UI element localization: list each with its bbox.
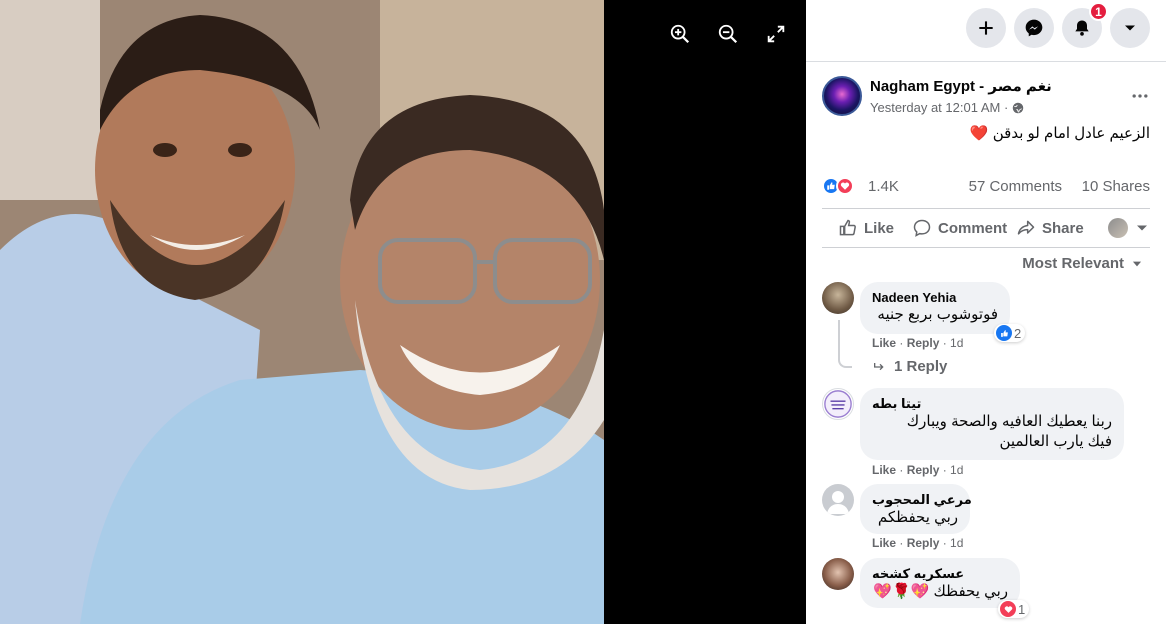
globe-icon xyxy=(1012,102,1024,114)
comment-text: ربي يحفظكم xyxy=(877,509,958,526)
avatar[interactable] xyxy=(822,558,854,590)
comment-text: فوتوشوب بربع جنيه xyxy=(877,306,998,323)
avatar[interactable] xyxy=(822,484,854,516)
view-replies-link[interactable]: 1 Reply xyxy=(872,358,947,375)
post-meta: Yesterday at 12:01 AM · xyxy=(870,100,1024,115)
post-header: Nagham Egypt - نغم مصر Yesterday at 12:0… xyxy=(822,76,1152,120)
post-panel: 1 Nagham Egypt - نغم مصر Yesterday at 12… xyxy=(806,0,1166,624)
like-reaction-icon xyxy=(996,325,1012,341)
caret-down-icon xyxy=(1137,225,1147,231)
comment-author[interactable]: تيتا بطه xyxy=(872,396,1112,412)
love-reaction-icon xyxy=(836,177,854,195)
avatar-graphic xyxy=(824,390,852,418)
comment-item: مرعي المحجوب ربي يحفظكم Like · Reply · 1… xyxy=(822,484,1152,554)
comment-reply-link[interactable]: Reply xyxy=(907,536,940,550)
avatar xyxy=(1108,218,1128,238)
comment-bubble: مرعي المحجوب ربي يحفظكم xyxy=(860,484,972,534)
comment-like-link[interactable]: Like xyxy=(872,336,896,350)
post-actions: Like Comment Share xyxy=(822,208,1150,248)
comment-bubble: تيتا بطه ربنا يعطيك العافيه والصحة ويبار… xyxy=(860,388,1124,460)
comment-actions: Like · Reply · 1d xyxy=(872,536,964,550)
zoom-in-icon[interactable] xyxy=(666,20,694,48)
account-menu-button[interactable] xyxy=(1110,8,1150,48)
comment-bubble: عسكريه كشخه ربي يحفظك 💖🌹💖 xyxy=(860,558,1020,608)
post-photo[interactable] xyxy=(0,0,604,624)
like-label: Like xyxy=(864,219,895,237)
reactions-summary: 1.4K 57 Comments 10 Shares xyxy=(822,176,1150,198)
avatar[interactable] xyxy=(822,388,854,420)
comment-like-link[interactable]: Like xyxy=(872,536,896,550)
comment-item: عسكريه كشخه ربي يحفظك 💖🌹💖 1 xyxy=(822,558,1152,624)
sort-label: Most Relevant xyxy=(1022,255,1124,272)
shares-count[interactable]: 10 Shares xyxy=(1082,178,1150,195)
comment-item: تيتا بطه ربنا يعطيك العافيه والصحة ويبار… xyxy=(822,388,1152,478)
comment-text-line-1: ربنا يعطيك العافيه والصحة ويبارك xyxy=(906,413,1112,430)
post-timestamp[interactable]: Yesterday at 12:01 AM · xyxy=(870,100,1008,115)
comment-reply-link[interactable]: Reply xyxy=(907,336,940,350)
thumbs-up-icon xyxy=(839,219,856,236)
comment-author[interactable]: مرعي المحجوب xyxy=(872,492,972,508)
comment-like-link[interactable]: Like xyxy=(872,463,896,477)
messenger-button[interactable] xyxy=(1014,8,1054,48)
comment-sort-dropdown[interactable]: Most Relevant xyxy=(1022,255,1144,272)
comment-author[interactable]: عسكريه كشخه xyxy=(872,566,1008,582)
reaction-icons[interactable] xyxy=(822,177,854,195)
avatar[interactable] xyxy=(822,282,854,314)
comment-bubble: Nadeen Yehia فوتوشوب بربع جنيه xyxy=(860,282,1010,334)
like-button[interactable]: Like xyxy=(838,209,894,247)
comment-icon xyxy=(913,219,931,237)
replies-label: 1 Reply xyxy=(894,358,948,375)
more-horizontal-icon xyxy=(1132,94,1148,98)
messenger-icon xyxy=(1025,19,1043,37)
caret-down-icon xyxy=(1132,261,1142,266)
comment-text: ربي يحفظك 💖🌹💖 xyxy=(873,583,1008,600)
comment-reply-link[interactable]: Reply xyxy=(907,463,940,477)
comment-time[interactable]: 1d xyxy=(950,336,963,350)
notifications-badge: 1 xyxy=(1089,2,1108,21)
comment-reaction-count: 2 xyxy=(1014,325,1022,341)
post-text: الزعيم عادل امام لو بدقن ❤️ xyxy=(969,125,1150,142)
page-name[interactable]: Nagham Egypt - نغم مصر xyxy=(870,77,1052,95)
reactions-count[interactable]: 1.4K xyxy=(868,178,899,195)
share-icon xyxy=(1017,220,1035,235)
fullscreen-icon[interactable] xyxy=(762,20,790,48)
comment-time[interactable]: 1d xyxy=(950,536,963,550)
reply-arrow-icon xyxy=(874,362,884,370)
top-bar: 1 xyxy=(806,0,1166,62)
share-label: Share xyxy=(1042,219,1084,237)
love-reaction-icon xyxy=(1000,601,1016,617)
more-options-button[interactable] xyxy=(1128,84,1152,108)
comment-as-selector[interactable] xyxy=(1108,209,1152,247)
photo-illustration xyxy=(0,0,604,624)
create-button[interactable] xyxy=(966,8,1006,48)
notifications-button[interactable]: 1 xyxy=(1062,2,1108,48)
comment-time[interactable]: 1d xyxy=(950,463,963,477)
comment-actions: Like · Reply · 1d xyxy=(872,463,964,477)
plus-icon xyxy=(979,21,993,35)
caret-down-icon xyxy=(1125,25,1135,31)
comment-text-line-2: فيك يارب العالمين xyxy=(999,433,1112,450)
comment-label: Comment xyxy=(938,219,1008,237)
bell-icon xyxy=(1075,20,1089,36)
comments-count[interactable]: 57 Comments xyxy=(969,178,1062,195)
zoom-out-icon[interactable] xyxy=(714,20,742,48)
share-button[interactable]: Share xyxy=(1016,209,1084,247)
comment-actions: Like · Reply · 1d xyxy=(872,336,964,350)
page-avatar[interactable] xyxy=(822,76,862,116)
comment-reaction-count: 1 xyxy=(1018,601,1026,617)
comment-reactions[interactable]: 2 xyxy=(994,324,1026,342)
photo-viewer xyxy=(0,0,806,624)
comment-item: Nadeen Yehia فوتوشوب بربع جنيه 2 Like · … xyxy=(822,282,1152,362)
comment-button[interactable]: Comment xyxy=(912,209,1007,247)
default-avatar-icon xyxy=(827,491,849,514)
comment-reactions[interactable]: 1 xyxy=(998,600,1030,618)
comment-author[interactable]: Nadeen Yehia xyxy=(872,290,998,305)
